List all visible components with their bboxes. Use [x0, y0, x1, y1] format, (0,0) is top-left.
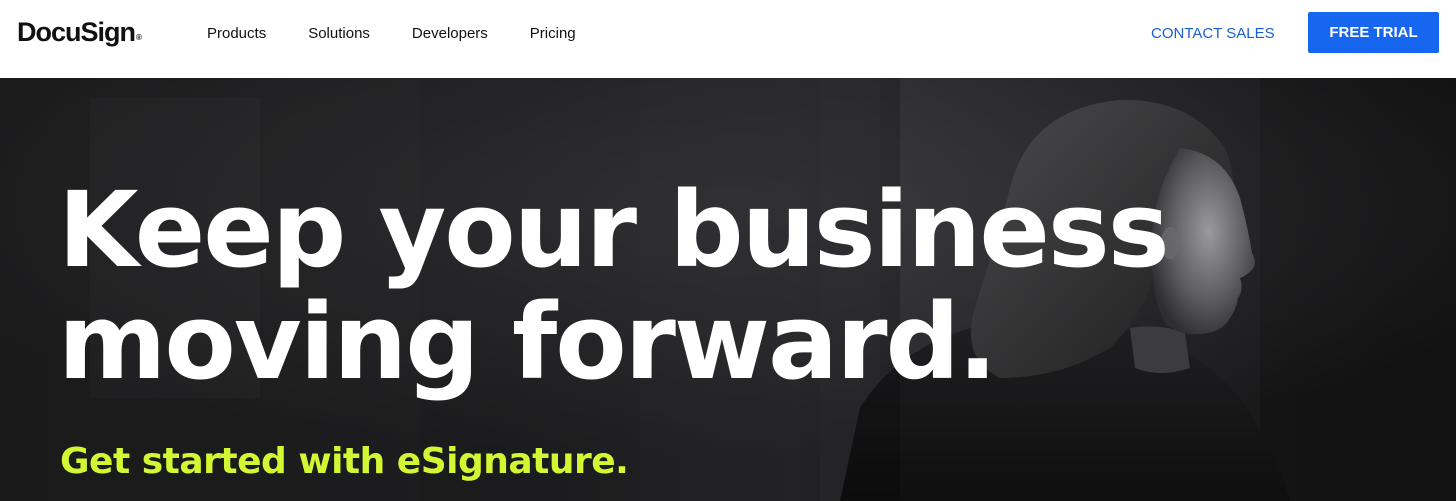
primary-nav: Products Solutions Developers Pricing [207, 24, 576, 44]
free-trial-button[interactable]: FREE TRIAL [1308, 12, 1439, 53]
logo-text: DocuSign [17, 17, 136, 47]
nav-link-solutions[interactable]: Solutions [308, 24, 370, 44]
hero-headline-line-2: moving forward. [58, 281, 997, 403]
hero-section: Keep your business moving forward. Get s… [0, 78, 1456, 501]
top-navigation-bar: DocuSign® Products Solutions Developers … [0, 0, 1456, 78]
nav-link-developers[interactable]: Developers [412, 24, 488, 44]
hero-subheadline: Get started with eSignature. [60, 441, 629, 482]
hero-headline-line-1: Keep your business [58, 169, 1170, 291]
nav-link-products[interactable]: Products [207, 24, 266, 44]
docusign-logo[interactable]: DocuSign® [17, 16, 142, 48]
registered-mark: ® [136, 33, 142, 42]
contact-sales-link[interactable]: CONTACT SALES [1151, 24, 1275, 44]
nav-link-pricing[interactable]: Pricing [530, 24, 576, 44]
hero-headline: Keep your business moving forward. [58, 169, 1170, 403]
